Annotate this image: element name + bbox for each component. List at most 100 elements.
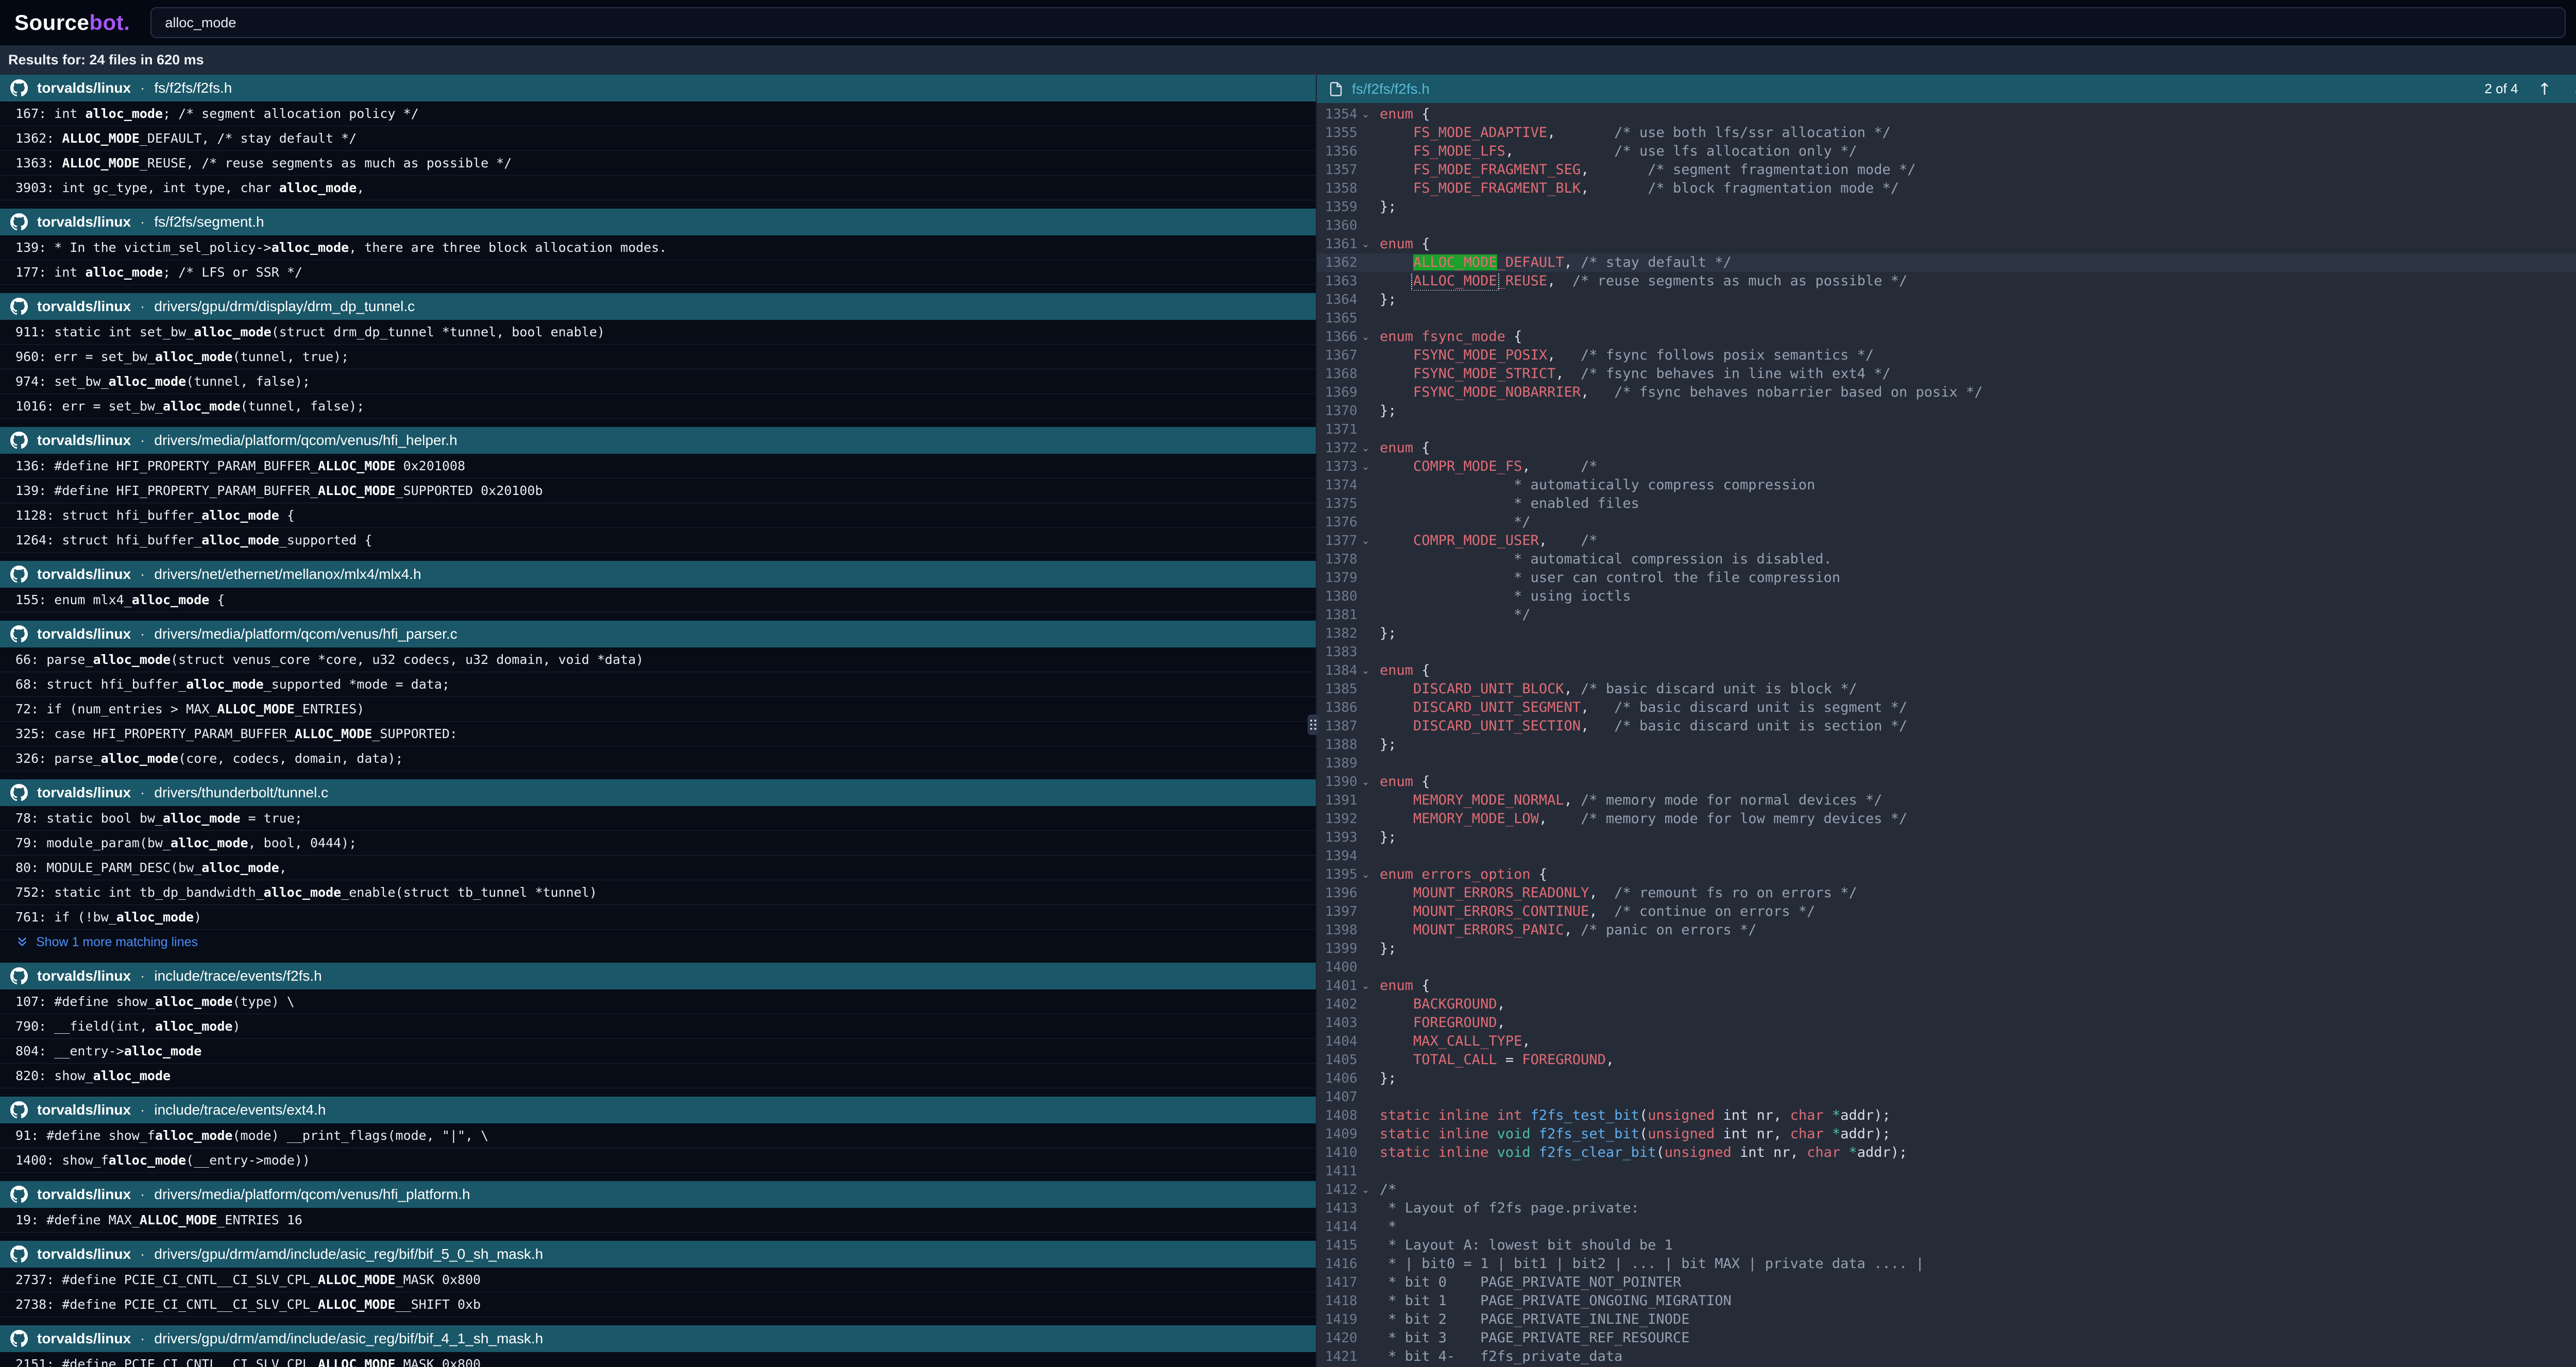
file-group-header[interactable]: torvalds/linux·drivers/media/platform/qc… [0,1181,1316,1208]
file-group-header[interactable]: torvalds/linux·fs/f2fs/f2fs.h [0,75,1316,101]
code-line[interactable]: 1362 ALLOC_MODE_DEFAULT, /* stay default… [1317,253,2576,272]
code-line[interactable]: 1376 */ [1317,513,2576,532]
line-number-gutter[interactable]: 1398 [1317,921,1380,939]
line-number-gutter[interactable]: 1417 [1317,1273,1380,1292]
file-group-header[interactable]: torvalds/linux·drivers/media/platform/qc… [0,621,1316,647]
line-number-gutter[interactable]: 1416 [1317,1255,1380,1273]
fold-chevron-icon[interactable]: ⌄ [1362,532,1370,550]
line-number-gutter[interactable]: 1405 [1317,1051,1380,1069]
code-line[interactable]: 1418 * bit 1 PAGE_PRIVATE_ONGOING_MIGRAT… [1317,1292,2576,1310]
match-row[interactable]: 136: #define HFI_PROPERTY_PARAM_BUFFER_A… [0,454,1316,479]
code-line[interactable]: 1399}; [1317,939,2576,958]
file-group-header[interactable]: torvalds/linux·drivers/net/ethernet/mell… [0,561,1316,588]
line-number-gutter[interactable]: 1387 [1317,717,1380,736]
line-number-gutter[interactable]: 1394 [1317,847,1380,865]
code-line[interactable]: 1366⌄enum fsync_mode { [1317,328,2576,346]
code-line[interactable]: 1357 FS_MODE_FRAGMENT_SEG, /* segment fr… [1317,161,2576,179]
code-line[interactable]: 1403 FOREGROUND, [1317,1014,2576,1032]
line-number-gutter[interactable]: 1366⌄ [1317,328,1380,346]
line-number-gutter[interactable]: 1393 [1317,828,1380,847]
code-line[interactable]: 1368 FSYNC_MODE_STRICT, /* fsync behaves… [1317,365,2576,383]
match-row[interactable]: 752: static int tb_dp_bandwidth_alloc_mo… [0,880,1316,905]
file-group-header[interactable]: torvalds/linux·drivers/thunderbolt/tunne… [0,779,1316,806]
line-number-gutter[interactable]: 1396 [1317,884,1380,902]
line-number-gutter[interactable]: 1358 [1317,179,1380,198]
file-group-header[interactable]: torvalds/linux·drivers/media/platform/qc… [0,427,1316,454]
match-row[interactable]: 1016: err = set_bw_alloc_mode(tunnel, fa… [0,394,1316,419]
file-group-header[interactable]: torvalds/linux·drivers/gpu/drm/amd/inclu… [0,1325,1316,1352]
line-number-gutter[interactable]: 1399 [1317,939,1380,958]
match-row[interactable]: 804: __entry->alloc_mode [0,1039,1316,1064]
match-row[interactable]: 19: #define MAX_ALLOC_MODE_ENTRIES 16 [0,1208,1316,1233]
code-line[interactable]: 1390⌄enum { [1317,773,2576,791]
line-number-gutter[interactable]: 1411 [1317,1162,1380,1181]
code-line[interactable]: 1396 MOUNT_ERRORS_READONLY, /* remount f… [1317,884,2576,902]
line-number-gutter[interactable]: 1395⌄ [1317,865,1380,884]
code-line[interactable]: 1387 DISCARD_UNIT_SECTION, /* basic disc… [1317,717,2576,736]
line-number-gutter[interactable]: 1362 [1317,253,1380,272]
match-row[interactable]: 761: if (!bw_alloc_mode) [0,905,1316,930]
line-number-gutter[interactable]: 1365 [1317,309,1380,328]
match-row[interactable]: 960: err = set_bw_alloc_mode(tunnel, tru… [0,345,1316,369]
line-number-gutter[interactable]: 1420 [1317,1329,1380,1347]
code-line[interactable]: 1412⌄/* [1317,1181,2576,1199]
line-number-gutter[interactable]: 1370 [1317,402,1380,420]
file-group-header[interactable]: torvalds/linux·fs/f2fs/segment.h [0,209,1316,235]
line-number-gutter[interactable]: 1363 [1317,272,1380,291]
line-number-gutter[interactable]: 1381 [1317,606,1380,624]
code-line[interactable]: 1410static inline void f2fs_clear_bit(un… [1317,1143,2576,1162]
code-line[interactable]: 1409static inline void f2fs_set_bit(unsi… [1317,1125,2576,1143]
search-input[interactable] [150,7,2566,38]
line-number-gutter[interactable]: 1376 [1317,513,1380,532]
match-row[interactable]: 167: int alloc_mode; /* segment allocati… [0,101,1316,126]
code-line[interactable]: 1421 * bit 4- f2fs_private_data [1317,1347,2576,1366]
match-row[interactable]: 1363: ALLOC_MODE_REUSE, /* reuse segment… [0,151,1316,176]
code-line[interactable]: 1372⌄enum { [1317,439,2576,457]
match-row[interactable]: 78: static bool bw_alloc_mode = true; [0,806,1316,831]
code-line[interactable]: 1398 MOUNT_ERRORS_PANIC, /* panic on err… [1317,921,2576,939]
match-row[interactable]: 1362: ALLOC_MODE_DEFAULT, /* stay defaul… [0,126,1316,151]
line-number-gutter[interactable]: 1369 [1317,383,1380,402]
code-line[interactable]: 1354⌄enum { [1317,105,2576,124]
code-line[interactable]: 1417 * bit 0 PAGE_PRIVATE_NOT_POINTER [1317,1273,2576,1292]
code-line[interactable]: 1391 MEMORY_MODE_NORMAL, /* memory mode … [1317,791,2576,810]
line-number-gutter[interactable]: 1392 [1317,810,1380,828]
file-group-header[interactable]: torvalds/linux·include/trace/events/ext4… [0,1097,1316,1123]
line-number-gutter[interactable]: 1379 [1317,569,1380,587]
match-row[interactable]: 2737: #define PCIE_CI_CNTL__CI_SLV_CPL_A… [0,1268,1316,1292]
line-number-gutter[interactable]: 1372⌄ [1317,439,1380,457]
fold-chevron-icon[interactable]: ⌄ [1362,977,1370,995]
match-row[interactable]: 911: static int set_bw_alloc_mode(struct… [0,320,1316,345]
line-number-gutter[interactable]: 1357 [1317,161,1380,179]
line-number-gutter[interactable]: 1385 [1317,680,1380,698]
line-number-gutter[interactable]: 1421 [1317,1347,1380,1366]
fold-chevron-icon[interactable]: ⌄ [1362,773,1370,791]
prev-match-button[interactable]: ↑ [2532,76,2558,102]
code-line[interactable]: 1416 * | bit0 = 1 | bit1 | bit2 | ... | … [1317,1255,2576,1273]
fold-chevron-icon[interactable]: ⌄ [1362,457,1370,476]
line-number-gutter[interactable]: 1402 [1317,995,1380,1014]
code-line[interactable]: 1395⌄enum errors_option { [1317,865,2576,884]
code-line[interactable]: 1377⌄ COMPR_MODE_USER, /* [1317,532,2576,550]
line-number-gutter[interactable]: 1391 [1317,791,1380,810]
code-line[interactable]: 1411 [1317,1162,2576,1181]
code-line[interactable]: 1401⌄enum { [1317,977,2576,995]
code-line[interactable]: 1394 [1317,847,2576,865]
match-row[interactable]: 68: struct hfi_buffer_alloc_mode_support… [0,672,1316,697]
code-line[interactable]: 1406}; [1317,1069,2576,1088]
line-number-gutter[interactable]: 1401⌄ [1317,977,1380,995]
fold-chevron-icon[interactable]: ⌄ [1362,235,1370,253]
code-line[interactable]: 1402 BACKGROUND, [1317,995,2576,1014]
code-line[interactable]: 1419 * bit 2 PAGE_PRIVATE_INLINE_INODE [1317,1310,2576,1329]
match-row[interactable]: 3903: int gc_type, int type, char alloc_… [0,176,1316,200]
line-number-gutter[interactable]: 1404 [1317,1032,1380,1051]
line-number-gutter[interactable]: 1359 [1317,198,1380,216]
fold-chevron-icon[interactable]: ⌄ [1362,105,1370,124]
line-number-gutter[interactable]: 1380 [1317,587,1380,606]
code-line[interactable]: 1375 * enabled files [1317,494,2576,513]
code-line[interactable]: 1404 MAX_CALL_TYPE, [1317,1032,2576,1051]
file-group-header[interactable]: torvalds/linux·include/trace/events/f2fs… [0,963,1316,989]
line-number-gutter[interactable]: 1377⌄ [1317,532,1380,550]
code-line[interactable]: 1373⌄ COMPR_MODE_FS, /* [1317,457,2576,476]
match-row[interactable]: 139: #define HFI_PROPERTY_PARAM_BUFFER_A… [0,479,1316,503]
